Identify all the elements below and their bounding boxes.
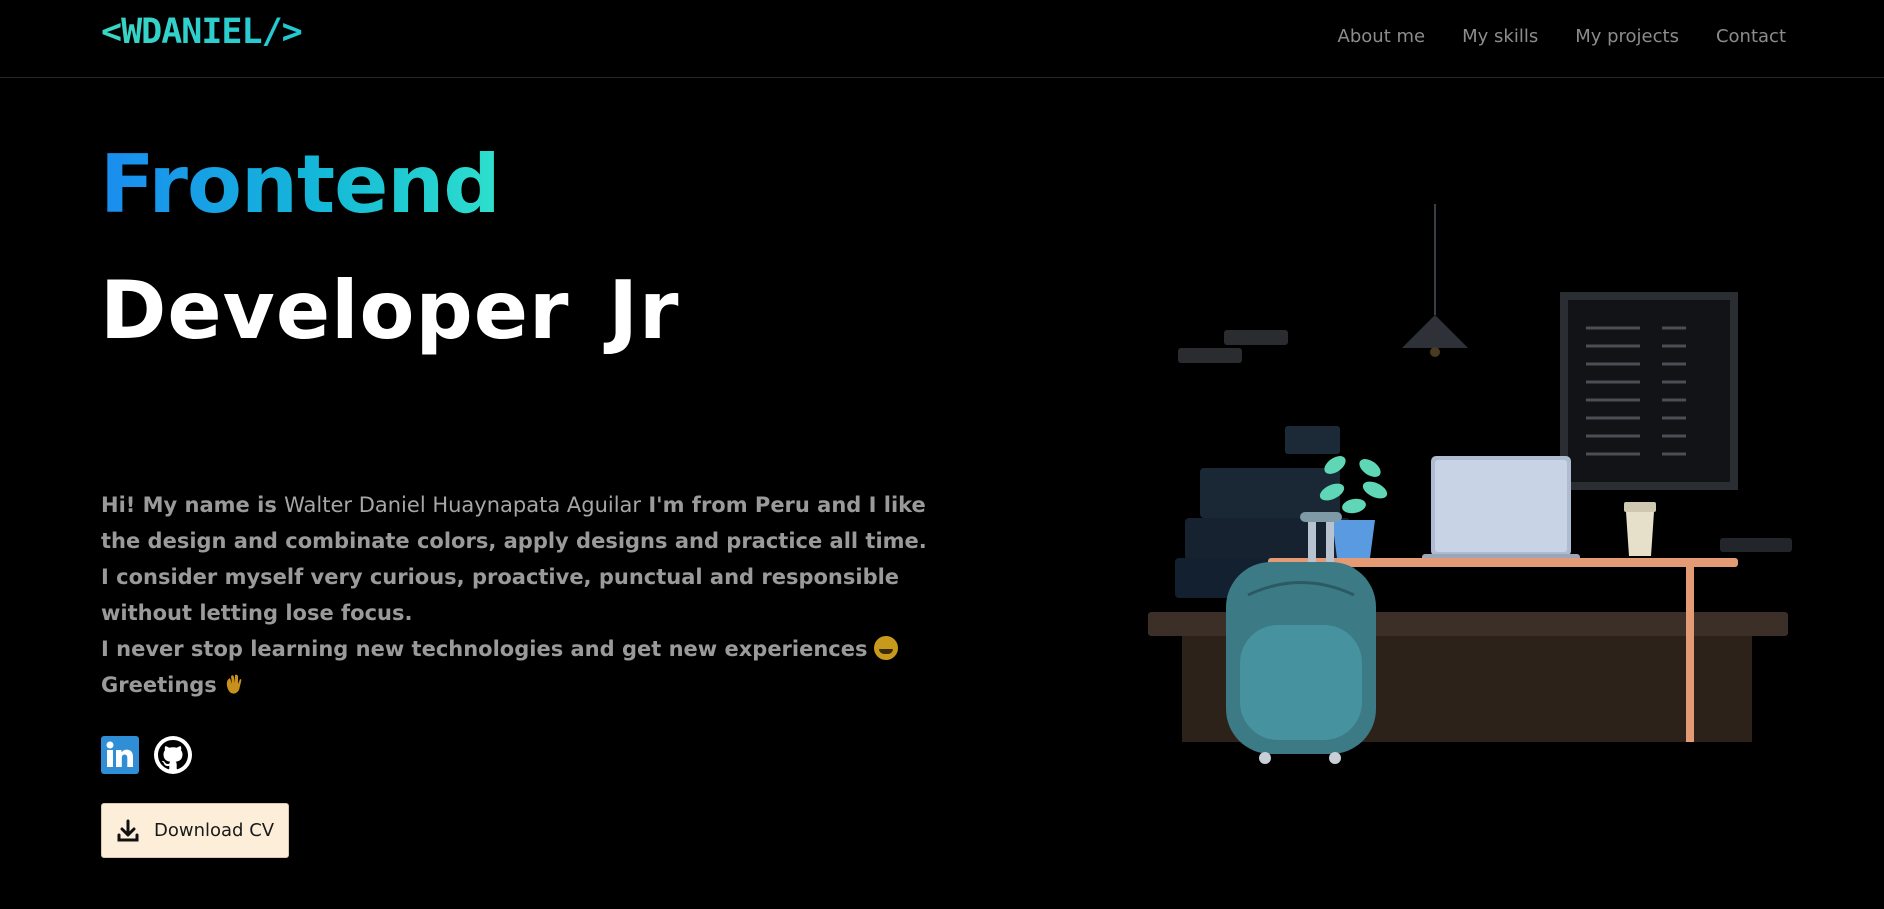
workspace-illustration	[1148, 204, 1792, 764]
intro-learning: I never stop learning new technologies a…	[101, 637, 868, 661]
download-icon	[117, 819, 139, 841]
intro-paragraph-3: I never stop learning new technologies a…	[101, 631, 961, 667]
nav-my-skills[interactable]: My skills	[1462, 26, 1538, 47]
intro-paragraph-2: I consider myself very curious, proactiv…	[101, 565, 900, 625]
page: <WDANIEL/> About me My skills My project…	[0, 0, 1884, 909]
intro-paragraph-4: Greetings	[101, 667, 961, 703]
top-navbar: <WDANIEL/> About me My skills My project…	[0, 0, 1884, 78]
main-nav: About me My skills My projects Contact	[1338, 26, 1786, 47]
nav-about-me[interactable]: About me	[1338, 26, 1426, 47]
site-logo[interactable]: <WDANIEL/>	[101, 12, 303, 52]
download-cv-label: Download CV	[154, 820, 275, 841]
author-name: Walter Daniel Huaynapata Aguilar	[284, 493, 642, 517]
download-cv-button[interactable]: Download CV	[101, 803, 289, 858]
grinning-emoji-icon	[873, 636, 898, 660]
hero-title-frontend: Frontend	[100, 138, 501, 231]
intro-text: Hi! My name is Walter Daniel Huaynapata …	[101, 487, 961, 703]
nav-my-projects[interactable]: My projects	[1575, 26, 1679, 47]
intro-greetings: Greetings	[101, 673, 217, 697]
hero-title-developer: Developer Jr	[100, 264, 680, 357]
social-links	[101, 736, 192, 774]
intro-paragraph-1: Hi! My name is Walter Daniel Huaynapata …	[101, 487, 961, 559]
waving-hand-icon	[226, 674, 242, 694]
github-icon[interactable]	[154, 736, 192, 774]
intro-greeting: Hi! My name is	[101, 493, 285, 517]
linkedin-icon[interactable]	[101, 736, 139, 774]
nav-contact[interactable]: Contact	[1716, 26, 1786, 47]
